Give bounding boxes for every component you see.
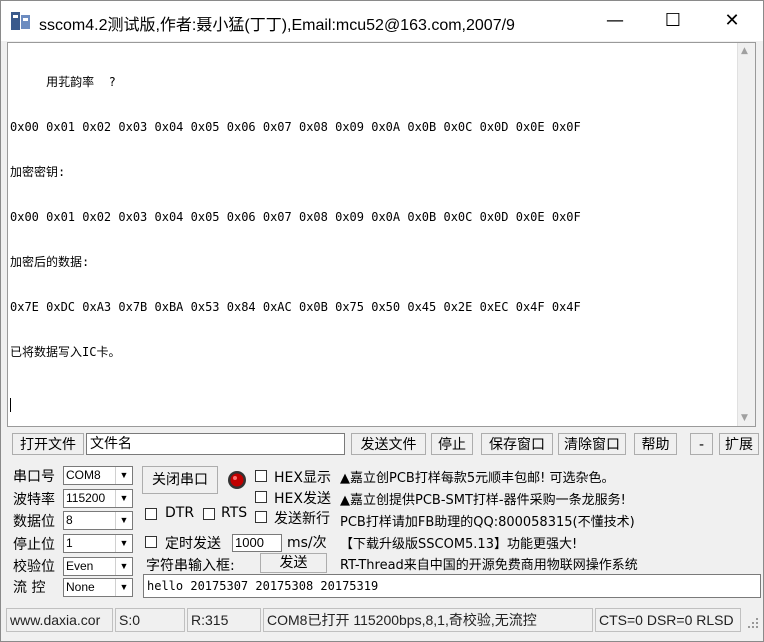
port-value: COM8: [66, 468, 101, 482]
send-button[interactable]: 发送: [260, 553, 327, 573]
receive-line: 0x00 0x01 0x02 0x03 0x04 0x05 0x06 0x07 …: [10, 210, 581, 224]
send-text-input[interactable]: hello 20175307 20175308 20175319: [143, 574, 761, 598]
collapse-button[interactable]: -: [690, 433, 713, 455]
rts-checkbox[interactable]: [203, 508, 215, 520]
stopbits-select[interactable]: 1 ▼: [63, 534, 133, 553]
ad-link[interactable]: ▲嘉立创PCB打样每款5元顺丰包邮! 可选杂色。: [340, 467, 614, 486]
port-info: COM8已打开 115200bps,8,1,奇校验,无流控: [263, 608, 593, 632]
port-status-led-icon: [228, 471, 246, 489]
ad-link[interactable]: 【下载升级版SSCOM5.13】功能更强大!: [340, 533, 577, 552]
port-label: 串口号: [13, 469, 55, 485]
dtr-label: DTR: [165, 505, 195, 521]
sent-count: S:0: [115, 608, 185, 632]
hex-display-checkbox[interactable]: [255, 470, 267, 482]
minimize-button[interactable]: —: [586, 1, 644, 41]
text-cursor: [10, 398, 11, 412]
receive-line: 0x00 0x01 0x02 0x03 0x04 0x05 0x06 0x07 …: [10, 120, 581, 134]
close-port-button[interactable]: 关闭串口: [142, 466, 218, 494]
window-title: sscom4.2测试版,作者:聂小猛(丁丁),Email:mcu52@163.c…: [39, 17, 515, 34]
website-link[interactable]: www.daxia.cor: [6, 608, 113, 632]
port-select[interactable]: COM8 ▼: [63, 466, 133, 485]
hex-display-label: HEX显示: [274, 470, 331, 486]
chevron-down-icon[interactable]: ▼: [115, 558, 132, 575]
receive-text: 用芤韵率 ? 0x00 0x01 0x02 0x03 0x04 0x05 0x0…: [10, 45, 737, 426]
vertical-scrollbar[interactable]: ▲ ▼: [737, 43, 755, 426]
ad-link[interactable]: PCB打样请加FB助理的QQ:800058315(不懂技术): [340, 511, 635, 530]
resize-grip-icon[interactable]: [747, 617, 759, 629]
interval-input[interactable]: 1000: [232, 534, 282, 552]
timed-send-checkbox[interactable]: [145, 536, 157, 548]
file-name-input[interactable]: 文件名: [86, 433, 345, 455]
chevron-down-icon[interactable]: ▼: [115, 512, 132, 529]
expand-button[interactable]: 扩展: [719, 433, 759, 455]
ad-link[interactable]: RT-Thread来自中国的开源免费商用物联网操作系统: [340, 554, 638, 573]
send-file-button[interactable]: 发送文件: [351, 433, 426, 455]
receive-line: 加密密钥:: [10, 165, 66, 179]
input-label: 字符串输入框:: [146, 558, 235, 574]
file-toolbar: 打开文件 文件名 发送文件 停止 保存窗口 清除窗口 帮助 - 扩展: [1, 433, 763, 457]
scroll-up-arrow-icon[interactable]: ▲: [741, 46, 748, 56]
close-button[interactable]: ✕: [703, 1, 761, 41]
scroll-down-arrow-icon[interactable]: ▼: [741, 413, 748, 423]
modem-lines: CTS=0 DSR=0 RLSD: [595, 608, 741, 632]
receive-line: 已将数据写入IC卡。: [10, 345, 121, 359]
databits-label: 数据位: [13, 514, 55, 530]
title-bar[interactable]: sscom4.2测试版,作者:聂小猛(丁丁),Email:mcu52@163.c…: [1, 1, 763, 41]
databits-value: 8: [66, 513, 73, 527]
save-window-button[interactable]: 保存窗口: [481, 433, 553, 455]
receive-line: 用芤韵率 ?: [10, 75, 116, 89]
serial-port-icon: [11, 12, 30, 30]
baud-select[interactable]: 115200 ▼: [63, 489, 133, 508]
receive-line: 0x7E 0xDC 0xA3 0x7B 0xBA 0x53 0x84 0xAC …: [10, 300, 581, 314]
interval-unit: ms/次: [287, 535, 327, 551]
receive-area[interactable]: 用芤韵率 ? 0x00 0x01 0x02 0x03 0x04 0x05 0x0…: [7, 42, 756, 427]
timed-send-label: 定时发送: [165, 536, 221, 552]
rts-label: RTS: [221, 505, 248, 521]
parity-select[interactable]: Even ▼: [63, 557, 133, 576]
baud-label: 波特率: [13, 492, 55, 508]
flow-label: 流 控: [13, 580, 46, 596]
hex-send-label: HEX发送: [274, 491, 331, 507]
chevron-down-icon[interactable]: ▼: [115, 579, 132, 596]
flow-select[interactable]: None ▼: [63, 578, 133, 597]
chevron-down-icon[interactable]: ▼: [115, 467, 132, 484]
maximize-button[interactable]: ☐: [644, 1, 702, 41]
status-bar: www.daxia.cor S:0 R:315 COM8已打开 115200bp…: [1, 608, 763, 632]
flow-value: None: [66, 580, 95, 594]
received-count: R:315: [187, 608, 261, 632]
help-button[interactable]: 帮助: [634, 433, 677, 455]
parity-label: 校验位: [13, 559, 55, 575]
stopbits-label: 停止位: [13, 537, 55, 553]
ad-link[interactable]: ▲嘉立创提供PCB-SMT打样-器件采购一条龙服务!: [340, 489, 626, 508]
hex-send-checkbox[interactable]: [255, 491, 267, 503]
send-newline-checkbox[interactable]: [255, 511, 267, 523]
stopbits-value: 1: [66, 536, 73, 550]
chevron-down-icon[interactable]: ▼: [115, 490, 132, 507]
main-window: sscom4.2测试版,作者:聂小猛(丁丁),Email:mcu52@163.c…: [0, 0, 764, 642]
databits-select[interactable]: 8 ▼: [63, 511, 133, 530]
chevron-down-icon[interactable]: ▼: [115, 535, 132, 552]
clear-window-button[interactable]: 清除窗口: [558, 433, 626, 455]
open-file-button[interactable]: 打开文件: [12, 433, 84, 455]
receive-line: 加密后的数据:: [10, 255, 90, 269]
stop-button[interactable]: 停止: [431, 433, 473, 455]
baud-value: 115200: [66, 491, 106, 505]
parity-value: Even: [66, 559, 94, 573]
dtr-checkbox[interactable]: [145, 508, 157, 520]
send-newline-label: 发送新行: [274, 511, 330, 527]
